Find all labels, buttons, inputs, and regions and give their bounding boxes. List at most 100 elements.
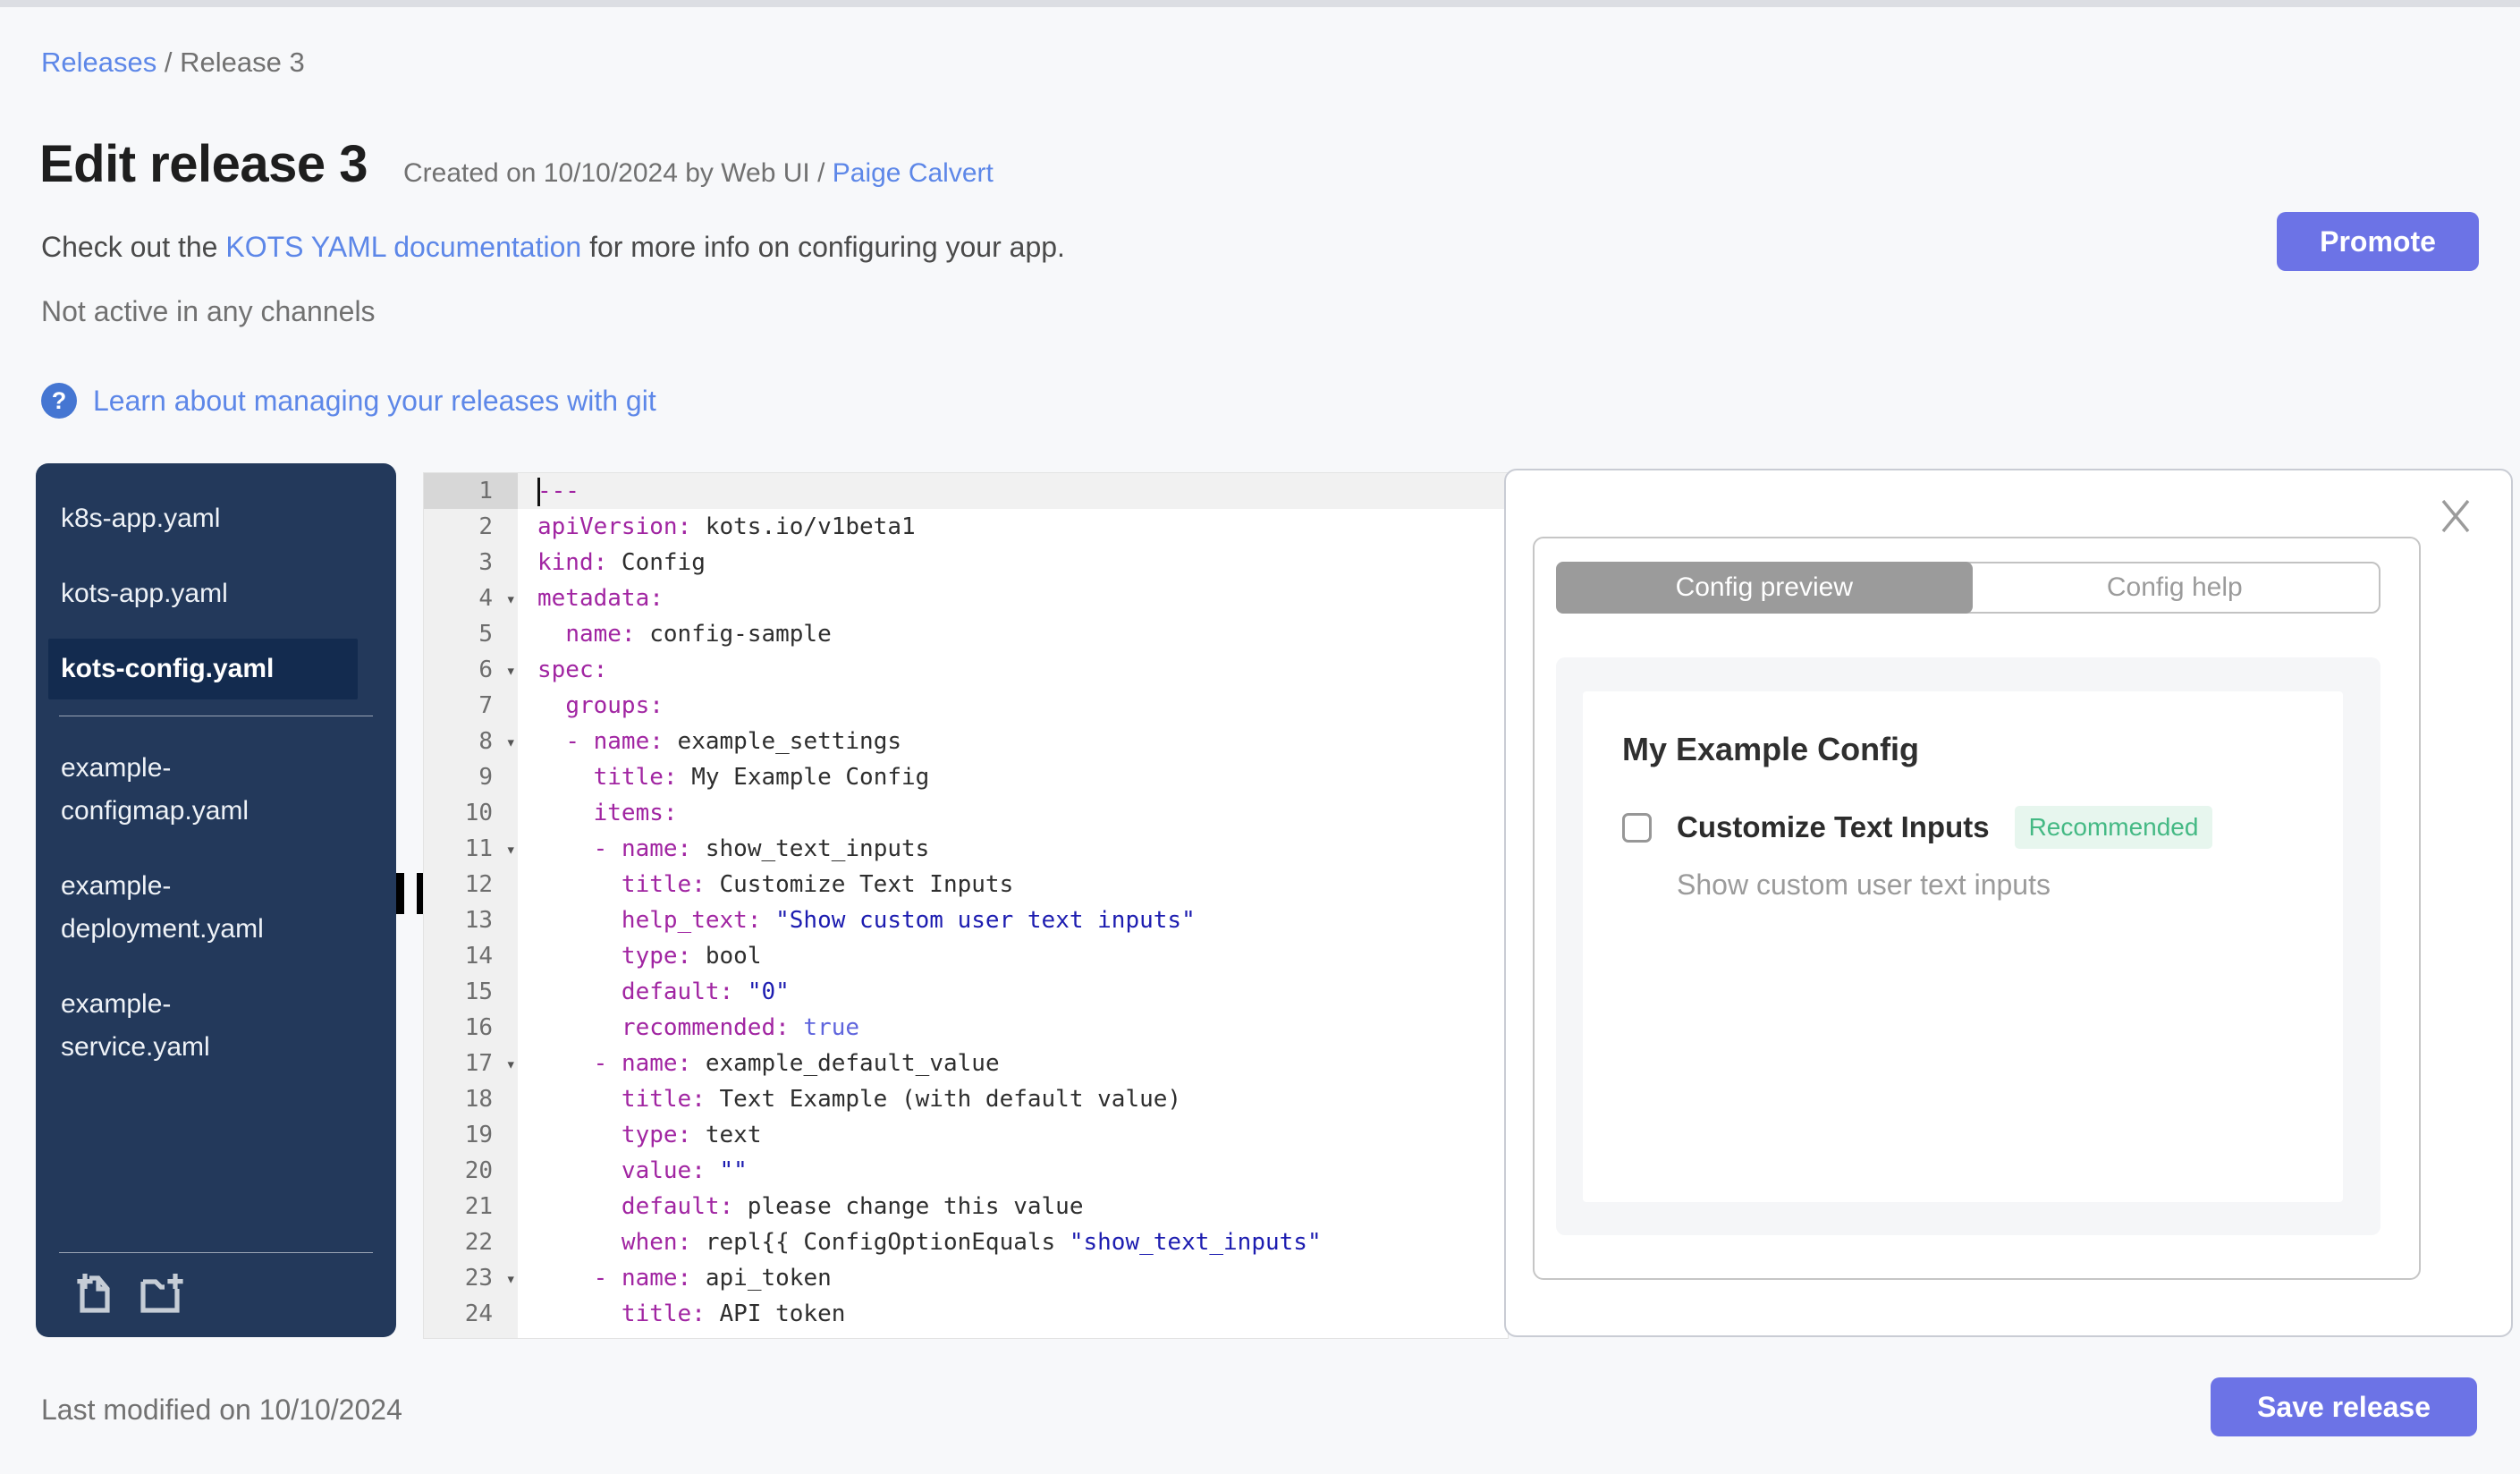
line-number: 25 bbox=[424, 1332, 518, 1338]
code-line[interactable]: 19 type: text bbox=[424, 1117, 1508, 1153]
sidebar-file-kots-app.yaml[interactable]: kots-app.yaml bbox=[36, 563, 340, 624]
code-line[interactable]: 10 items: bbox=[424, 795, 1508, 831]
code-line[interactable]: 11 ▾ - name: show_text_inputs bbox=[424, 831, 1508, 867]
customize-text-inputs-checkbox[interactable] bbox=[1622, 812, 1652, 843]
line-number: 14 bbox=[424, 938, 518, 974]
created-author-link[interactable]: Paige Calvert bbox=[833, 158, 994, 188]
save-release-button[interactable]: Save release bbox=[2211, 1377, 2477, 1436]
code-text: type: bool bbox=[621, 943, 762, 970]
promote-button[interactable]: Promote bbox=[2277, 212, 2479, 271]
fold-arrow-icon[interactable]: ▾ bbox=[506, 653, 516, 689]
line-number: 13 bbox=[424, 902, 518, 938]
config-preview-surface: My Example Config Customize Text Inputs … bbox=[1556, 657, 2380, 1235]
line-number: 4 ▾ bbox=[424, 580, 518, 616]
line-number: 7 bbox=[424, 688, 518, 724]
code-text: title: My Example Config bbox=[593, 764, 930, 791]
code-line[interactable]: 13 help_text: "Show custom user text inp… bbox=[424, 902, 1508, 938]
code-line[interactable]: 24 title: API token bbox=[424, 1296, 1508, 1332]
code-line[interactable]: 14 type: bool bbox=[424, 938, 1508, 974]
breadcrumb-current: Release 3 bbox=[180, 47, 305, 78]
code-line[interactable]: 8 ▾ - name: example_settings bbox=[424, 724, 1508, 759]
code-text: type: password bbox=[518, 1332, 1508, 1338]
sidebar-file-example-configmap.yaml[interactable]: example-configmap.yaml bbox=[36, 738, 340, 842]
created-info: Created on 10/10/2024 by Web UI / Paige … bbox=[403, 158, 994, 189]
add-folder-icon[interactable] bbox=[140, 1271, 188, 1316]
docs-hint-suffix: for more info on configuring your app. bbox=[581, 231, 1065, 263]
code-line[interactable]: 7 groups: bbox=[424, 688, 1508, 724]
created-text: Created on 10/10/2024 by Web UI / bbox=[403, 158, 833, 188]
code-text: - name: show_text_inputs bbox=[593, 835, 930, 862]
breadcrumb: Releases / Release 3 bbox=[41, 47, 305, 79]
tab-config-preview[interactable]: Config preview bbox=[1556, 562, 1973, 614]
line-number: 17 ▾ bbox=[424, 1046, 518, 1081]
add-file-icon[interactable] bbox=[75, 1271, 116, 1316]
code-line[interactable]: 2 apiVersion: kots.io/v1beta1 bbox=[424, 509, 1508, 545]
sidebar-file-kots-config.yaml[interactable]: kots-config.yaml bbox=[48, 639, 358, 699]
help-question-icon: ? bbox=[41, 383, 77, 419]
code-line[interactable]: 6 ▾ spec: bbox=[424, 652, 1508, 688]
code-line[interactable]: 21 default: please change this value bbox=[424, 1189, 1508, 1224]
tab-config-help[interactable]: Config help bbox=[1971, 563, 2379, 612]
breadcrumb-separator: / bbox=[156, 47, 181, 78]
code-line[interactable]: 4 ▾ metadata: bbox=[424, 580, 1508, 616]
code-text: help_text: "Show custom user text inputs… bbox=[621, 907, 1196, 934]
docs-hint: Check out the KOTS YAML documentation fo… bbox=[41, 231, 1065, 264]
code-text: default: "0" bbox=[621, 978, 790, 1005]
sidebar-file-example-deployment.yaml[interactable]: example-deployment.yaml bbox=[36, 856, 340, 960]
sidebar-file-k8s-app.yaml[interactable]: k8s-app.yaml bbox=[36, 488, 340, 549]
code-text: title: API token bbox=[621, 1300, 846, 1327]
config-group-card: My Example Config Customize Text Inputs … bbox=[1583, 691, 2343, 1202]
code-line[interactable]: 12 title: Customize Text Inputs bbox=[424, 867, 1508, 902]
line-number: 2 bbox=[424, 509, 518, 545]
code-line[interactable]: 23 ▾ - name: api_token bbox=[424, 1260, 1508, 1296]
kots-yaml-doc-link[interactable]: KOTS YAML documentation bbox=[225, 231, 581, 263]
code-line[interactable]: 9 title: My Example Config bbox=[424, 759, 1508, 795]
line-number: 10 bbox=[424, 795, 518, 831]
config-item-label: Customize Text Inputs bbox=[1677, 810, 1990, 843]
fold-arrow-icon[interactable]: ▾ bbox=[506, 581, 516, 617]
line-number: 8 ▾ bbox=[424, 724, 518, 759]
fold-arrow-icon[interactable]: ▾ bbox=[506, 1046, 516, 1082]
fold-arrow-icon[interactable]: ▾ bbox=[506, 832, 516, 868]
code-editor[interactable]: 1 --- 2 apiVersion: kots.io/v1beta1 3 kind: C… bbox=[423, 472, 1509, 1339]
code-text: - name: api_token bbox=[593, 1265, 832, 1292]
code-line[interactable]: 17 ▾ - name: example_default_value bbox=[424, 1046, 1508, 1081]
channel-status: Not active in any channels bbox=[41, 295, 376, 327]
config-group-title: My Example Config bbox=[1622, 731, 1920, 767]
code-line[interactable]: 25 type: password bbox=[424, 1332, 1508, 1338]
code-line[interactable]: 16 recommended: true bbox=[424, 1010, 1508, 1046]
file-sidebar: k8s-app.yaml kots-app.yaml kots-config.yam… bbox=[36, 463, 396, 1337]
code-text: when: repl{{ ConfigOptionEquals "show_te… bbox=[621, 1229, 1322, 1256]
fold-arrow-icon[interactable]: ▾ bbox=[506, 724, 516, 760]
code-text: groups: bbox=[565, 692, 664, 719]
code-line[interactable]: 15 default: "0" bbox=[424, 974, 1508, 1010]
fold-arrow-icon[interactable]: ▾ bbox=[506, 1261, 516, 1297]
config-preview-panel: Config preview Config help My Example Co… bbox=[1504, 469, 2513, 1337]
docs-hint-prefix: Check out the bbox=[41, 231, 226, 263]
line-number: 22 bbox=[424, 1224, 518, 1260]
line-number: 18 bbox=[424, 1081, 518, 1117]
code-line[interactable]: 18 title: Text Example (with default val… bbox=[424, 1081, 1508, 1117]
line-number: 9 bbox=[424, 759, 518, 795]
git-releases-link[interactable]: Learn about managing your releases with … bbox=[93, 385, 656, 418]
last-modified-text: Last modified on 10/10/2024 bbox=[41, 1394, 402, 1426]
line-number: 11 ▾ bbox=[424, 831, 518, 867]
code-line[interactable]: 20 value: "" bbox=[424, 1153, 1508, 1189]
code-text: items: bbox=[593, 800, 678, 826]
code-line[interactable]: 3 kind: Config bbox=[424, 545, 1508, 580]
close-icon[interactable] bbox=[2436, 496, 2475, 535]
code-line[interactable]: 1 --- bbox=[424, 473, 1508, 509]
code-text: - name: example_default_value bbox=[593, 1050, 1000, 1077]
code-text: kind: Config bbox=[537, 549, 706, 576]
code-text: name: config-sample bbox=[565, 621, 832, 648]
code-line[interactable]: 5 name: config-sample bbox=[424, 616, 1508, 652]
breadcrumb-releases-link[interactable]: Releases bbox=[41, 47, 156, 78]
code-line[interactable]: 22 when: repl{{ ConfigOptionEquals "show… bbox=[424, 1224, 1508, 1260]
config-item-help-text: Show custom user text inputs bbox=[1677, 868, 2051, 901]
line-number: 5 bbox=[424, 616, 518, 652]
line-number: 1 bbox=[424, 473, 518, 509]
code-text: metadata: bbox=[537, 585, 664, 612]
code-text: title: Text Example (with default value) bbox=[621, 1086, 1182, 1113]
sidebar-file-example-service.yaml[interactable]: example-service.yaml bbox=[36, 974, 340, 1078]
code-text: default: please change this value bbox=[621, 1193, 1084, 1220]
